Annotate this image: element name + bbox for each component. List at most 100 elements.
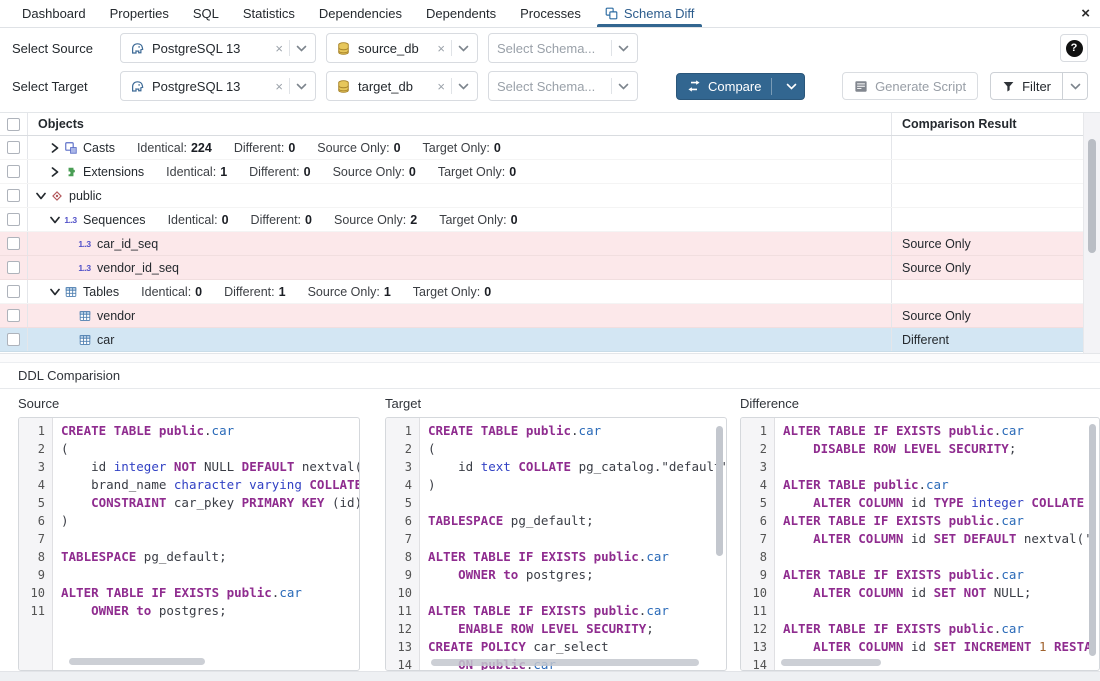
chevron-down-icon[interactable] <box>779 83 804 90</box>
pane-title: Target <box>385 389 727 417</box>
clear-icon[interactable]: × <box>275 42 283 55</box>
row-checkbox[interactable] <box>7 333 20 346</box>
grid-row-vendor[interactable]: vendorSource Only <box>0 304 1100 328</box>
grid-row-extensions[interactable]: ExtensionsIdentical:1Different:0Source O… <box>0 160 1100 184</box>
tree-expanded-icon[interactable] <box>34 192 48 200</box>
clear-icon[interactable]: × <box>275 80 283 93</box>
sql-editor[interactable]: 1234567891011121314CREATE TABLE public.c… <box>385 417 727 671</box>
grid-row-sequences[interactable]: 1..3SequencesIdentical:0Different:0Sourc… <box>0 208 1100 232</box>
clear-icon[interactable]: × <box>437 42 445 55</box>
clear-icon[interactable]: × <box>437 80 445 93</box>
horizontal-scrollbar-track[interactable] <box>0 671 1100 681</box>
grid-row-public[interactable]: public <box>0 184 1100 208</box>
chevron-down-icon[interactable] <box>458 83 469 90</box>
grid-row-car-id-seq[interactable]: 1..3car_id_seqSource Only <box>0 232 1100 256</box>
comparison-result-cell <box>891 136 1083 159</box>
row-checkbox[interactable] <box>7 309 20 322</box>
tab-dashboard[interactable]: Dashboard <box>10 0 98 27</box>
source-selector-row: Select Source PostgreSQL 13 × source_db … <box>0 29 1100 67</box>
row-checkbox[interactable] <box>7 165 20 178</box>
filter-button[interactable]: Filter <box>990 72 1088 100</box>
comparison-result-cell <box>891 280 1083 303</box>
target-server-select[interactable]: PostgreSQL 13 × <box>120 71 316 101</box>
row-label: Extensions <box>83 165 144 179</box>
chevron-down-icon[interactable] <box>458 45 469 52</box>
horizontal-scrollbar-thumb[interactable] <box>781 659 881 666</box>
table-icon <box>62 285 79 299</box>
row-checkbox[interactable] <box>7 141 20 154</box>
comparison-result-cell <box>891 184 1083 207</box>
stat-label: Source Only: <box>317 141 389 155</box>
source-database-select[interactable]: source_db × <box>326 33 478 63</box>
row-checkbox[interactable] <box>7 189 20 202</box>
tab-properties[interactable]: Properties <box>98 0 181 27</box>
comparison-grid: Objects Comparison Result CastsIdentical… <box>0 112 1100 353</box>
tab-statistics[interactable]: Statistics <box>231 0 307 27</box>
target-database-select[interactable]: target_db × <box>326 71 478 101</box>
row-checkbox[interactable] <box>7 213 20 226</box>
compare-button[interactable]: Compare <box>676 73 805 100</box>
grid-row-car[interactable]: carDifferent <box>0 328 1100 352</box>
tree-collapsed-icon[interactable] <box>48 143 62 153</box>
ddl-comparison-header: DDL Comparision <box>0 363 1100 389</box>
sql-editor[interactable]: 1234567891011121314ALTER TABLE IF EXISTS… <box>740 417 1100 671</box>
tab-sql[interactable]: SQL <box>181 0 231 27</box>
target-schema-select[interactable]: Select Schema... <box>488 71 638 101</box>
stat-label: Identical: <box>137 141 187 155</box>
horizontal-scrollbar-thumb[interactable] <box>69 658 205 665</box>
tab-processes[interactable]: Processes <box>508 0 593 27</box>
table-icon <box>76 333 93 347</box>
grid-scrollbar-thumb[interactable] <box>1088 139 1096 253</box>
stat-label: Different: <box>224 285 275 299</box>
row-checkbox[interactable] <box>7 237 20 250</box>
sequence-icon: 1..3 <box>76 263 93 273</box>
chevron-down-icon[interactable] <box>296 83 307 90</box>
filter-icon <box>1002 80 1015 93</box>
chevron-down-icon[interactable] <box>618 83 629 90</box>
tab-dependents[interactable]: Dependents <box>414 0 508 27</box>
postgres-icon <box>129 41 146 56</box>
script-icon <box>854 80 868 93</box>
tree-collapsed-icon[interactable] <box>48 167 62 177</box>
generate-script-button[interactable]: Generate Script <box>842 72 978 100</box>
row-checkbox[interactable] <box>7 285 20 298</box>
horizontal-scrollbar-thumb[interactable] <box>431 659 699 666</box>
row-checkbox[interactable] <box>7 261 20 274</box>
pane-title: Difference <box>740 389 1100 417</box>
tab-schema-diff[interactable]: Schema Diff <box>593 0 707 27</box>
splitter-handle[interactable] <box>0 353 1100 363</box>
stat-label: Identical: <box>168 213 218 227</box>
stat-label: Target Only: <box>413 285 480 299</box>
chevron-down-icon[interactable] <box>296 45 307 52</box>
chevron-down-icon[interactable] <box>618 45 629 52</box>
ddl-comparison-title: DDL Comparision <box>18 368 120 383</box>
sql-code: CREATE TABLE public.car( id integer NOT … <box>53 418 359 670</box>
grid-row-casts[interactable]: CastsIdentical:224Different:0Source Only… <box>0 136 1100 160</box>
tab-dependencies[interactable]: Dependencies <box>307 0 414 27</box>
grid-scrollbar[interactable] <box>1083 113 1100 354</box>
ddl-pane-difference: Difference1234567891011121314ALTER TABLE… <box>740 389 1100 671</box>
source-schema-select[interactable]: Select Schema... <box>488 33 638 63</box>
source-server-select[interactable]: PostgreSQL 13 × <box>120 33 316 63</box>
sql-code: ALTER TABLE IF EXISTS public.car DISABLE… <box>775 418 1099 670</box>
close-icon[interactable]: × <box>1081 5 1090 23</box>
sql-editor[interactable]: 1234567891011CREATE TABLE public.car( id… <box>18 417 360 671</box>
grid-row-tables[interactable]: TablesIdentical:0Different:1Source Only:… <box>0 280 1100 304</box>
grid-row-vendor-id-seq[interactable]: 1..3vendor_id_seqSource Only <box>0 256 1100 280</box>
ddl-pane-target: Target1234567891011121314CREATE TABLE pu… <box>385 389 727 671</box>
vertical-scrollbar-thumb[interactable] <box>716 426 723 556</box>
result-column-header: Comparison Result <box>891 113 1083 135</box>
tree-expanded-icon[interactable] <box>48 288 62 296</box>
chevron-down-icon[interactable] <box>1063 73 1087 99</box>
help-button[interactable]: ? <box>1060 34 1088 62</box>
stat-label: Source Only: <box>333 165 405 179</box>
help-icon: ? <box>1066 40 1083 57</box>
stat-value: 224 <box>191 141 212 155</box>
comparison-result-cell: Source Only <box>891 232 1083 255</box>
row-label: car <box>97 333 114 347</box>
table-icon <box>76 309 93 323</box>
tree-expanded-icon[interactable] <box>48 216 62 224</box>
select-all-checkbox[interactable] <box>7 118 20 131</box>
vertical-scrollbar-thumb[interactable] <box>1089 424 1096 656</box>
sql-code: CREATE TABLE public.car( id text COLLATE… <box>420 418 726 670</box>
